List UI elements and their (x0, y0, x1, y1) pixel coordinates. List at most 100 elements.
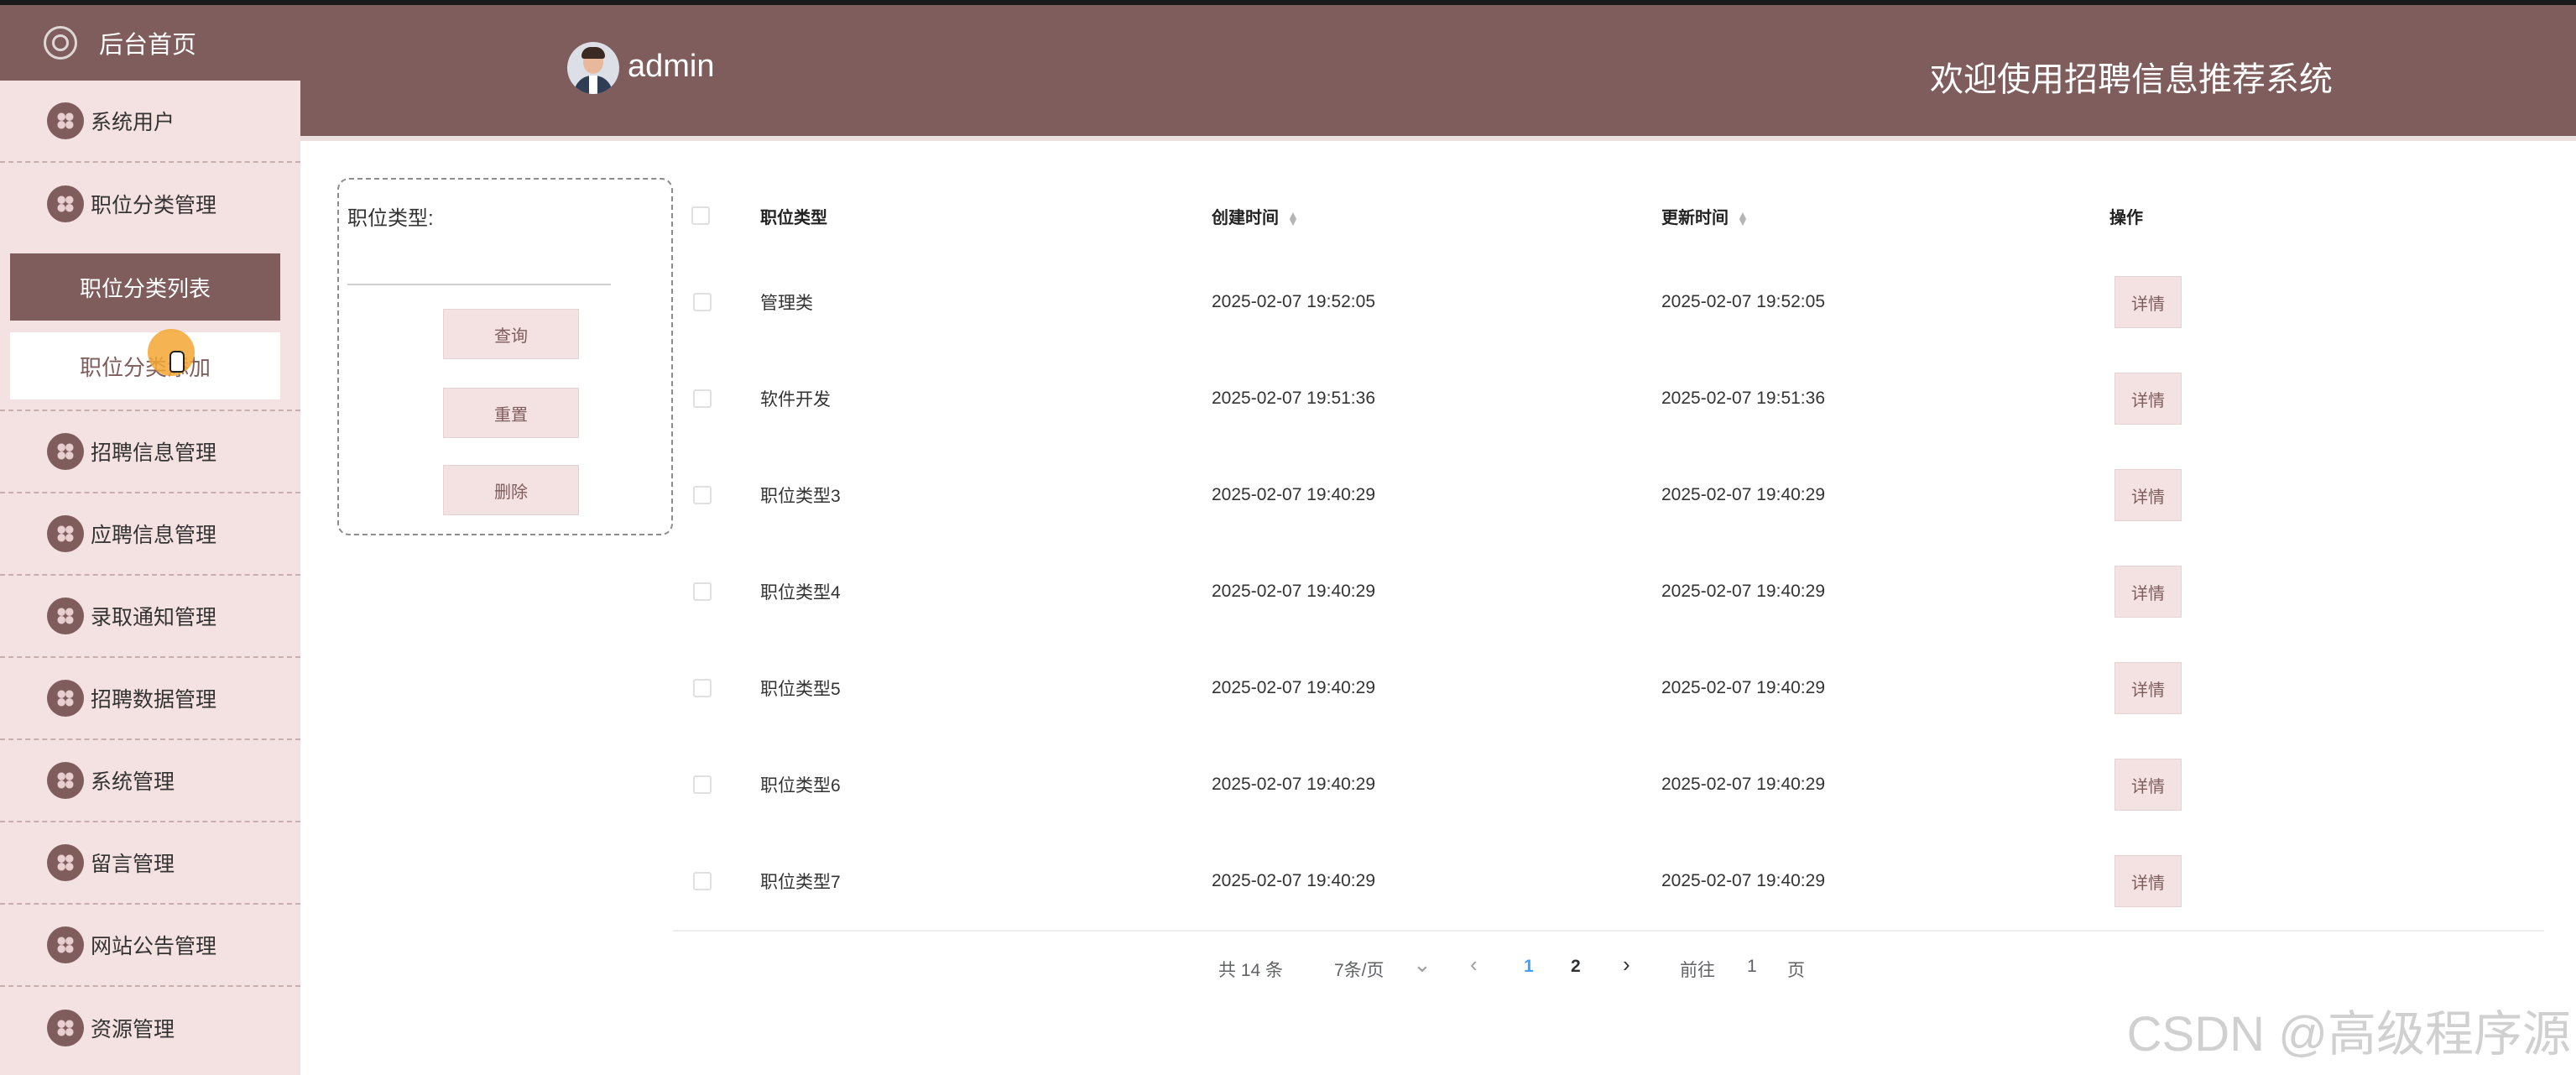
prev-page-icon[interactable]: ‹ (1470, 952, 1478, 978)
sidebar-item-label: 录取通知管理 (91, 606, 217, 629)
select-all-checkbox[interactable] (691, 206, 710, 225)
sidebar-item-system[interactable]: 系统管理 (0, 740, 300, 822)
cell-updated: 2025-02-07 19:40:29 (1661, 485, 1825, 504)
mouse-cursor-icon (148, 329, 195, 376)
table-header-row: 职位类型 创建时间 ▲ ▼ 更新时间 ▲ ▼ 操作 (673, 176, 2544, 255)
avatar-shirt (589, 76, 597, 94)
query-button[interactable]: 查询 (443, 309, 579, 359)
next-page-icon[interactable]: › (1623, 952, 1630, 978)
detail-button[interactable]: 详情 (2115, 469, 2182, 521)
column-header-updated[interactable]: 更新时间 ▲ ▼ (1661, 204, 1749, 228)
cell-job-type: 管理类 (760, 294, 813, 313)
sidebar-item-label: 应聘信息管理 (91, 524, 217, 547)
cell-created: 2025-02-07 19:51:36 (1212, 389, 1375, 408)
row-checkbox[interactable] (693, 293, 712, 311)
cell-updated: 2025-02-07 19:40:29 (1661, 775, 1825, 794)
cell-created: 2025-02-07 19:40:29 (1212, 485, 1375, 504)
home-icon (44, 26, 77, 60)
row-checkbox[interactable] (693, 872, 712, 890)
sidebar-item-applications[interactable]: 应聘信息管理 (0, 493, 300, 576)
sidebar: 后台首页 系统用户 职位分类管理 职位分类列表 职位分类添加 招聘信息管理 应聘… (0, 5, 300, 1075)
sidebar-item-label: 留言管理 (91, 853, 175, 876)
page-number-2[interactable]: 2 (1571, 957, 1581, 977)
detail-button[interactable]: 详情 (2115, 855, 2182, 907)
sidebar-item-label: 网站公告管理 (91, 935, 217, 958)
table-bottom-divider (673, 930, 2544, 931)
chevron-down-icon[interactable]: ⌄ (1413, 952, 1431, 978)
cell-created: 2025-02-07 19:40:29 (1212, 871, 1375, 890)
sidebar-item-recruitment[interactable]: 招聘信息管理 (0, 411, 300, 493)
sidebar-item-offers[interactable]: 录取通知管理 (0, 576, 300, 658)
pagination: 共 14 条 7条/页 ⌄ ‹ 1 2 › 前往 1 页 (0, 952, 2576, 990)
cell-job-type: 软件开发 (760, 390, 831, 410)
goto-suffix: 页 (1787, 961, 1805, 980)
sidebar-item-label: 招聘信息管理 (91, 441, 217, 465)
column-header-actions: 操作 (2109, 208, 2143, 227)
sort-icon[interactable]: ▲ ▼ (1737, 209, 1749, 227)
column-header-label: 更新时间 (1661, 208, 1729, 227)
table-row: 管理类 2025-02-07 19:52:05 2025-02-07 19:52… (673, 253, 2544, 351)
menu-icon (47, 598, 84, 634)
row-checkbox[interactable] (693, 486, 712, 504)
row-checkbox[interactable] (693, 582, 712, 601)
page-size-select[interactable]: 7条/页 (1334, 957, 1384, 982)
detail-button[interactable]: 详情 (2115, 276, 2182, 328)
sidebar-item-label: 职位分类管理 (91, 194, 217, 217)
submenu-job-category-add[interactable]: 职位分类添加 (10, 332, 280, 399)
total-count: 共 14 条 (1218, 961, 1284, 980)
column-header-created[interactable]: 创建时间 ▲ ▼ (1212, 204, 1299, 228)
cell-updated: 2025-02-07 19:40:29 (1661, 871, 1825, 890)
sidebar-item-messages[interactable]: 留言管理 (0, 822, 300, 905)
job-type-input[interactable] (347, 247, 611, 285)
menu-icon (47, 1010, 84, 1046)
welcome-title: 欢迎使用招聘信息推荐系统 (1930, 61, 2333, 98)
goto-label: 前往 (1680, 961, 1715, 980)
cell-created: 2025-02-07 19:40:29 (1212, 775, 1375, 794)
sidebar-item-job-category[interactable]: 职位分类管理 (0, 163, 300, 245)
sidebar-item-resources[interactable]: 资源管理 (0, 987, 300, 1069)
cell-updated: 2025-02-07 19:51:36 (1661, 389, 1825, 408)
watermark: CSDN @高级程序源 (2126, 1007, 2571, 1062)
goto-page-input[interactable]: 1 (1747, 957, 1757, 977)
menu-icon (47, 680, 84, 717)
sidebar-item-label: 系统管理 (91, 770, 175, 794)
menu-icon (47, 762, 84, 799)
delete-button[interactable]: 删除 (443, 465, 579, 515)
menu-icon (47, 185, 84, 222)
sidebar-item-label: 系统用户 (91, 111, 175, 134)
cell-updated: 2025-02-07 19:52:05 (1661, 292, 1825, 311)
sidebar-home[interactable]: 后台首页 (0, 5, 300, 81)
detail-button[interactable]: 详情 (2115, 759, 2182, 811)
row-checkbox[interactable] (693, 679, 712, 697)
reset-button[interactable]: 重置 (443, 388, 579, 438)
submenu-job-category-list[interactable]: 职位分类列表 (10, 253, 280, 321)
sort-icon[interactable]: ▲ ▼ (1287, 209, 1299, 227)
column-header-label: 创建时间 (1212, 208, 1279, 227)
avatar[interactable] (567, 42, 619, 94)
sidebar-item-system-users[interactable]: 系统用户 (0, 81, 300, 163)
detail-button[interactable]: 详情 (2115, 662, 2182, 714)
menu-icon (47, 433, 84, 470)
cell-job-type: 职位类型5 (760, 680, 841, 699)
table-row: 职位类型6 2025-02-07 19:40:29 2025-02-07 19:… (673, 736, 2544, 833)
sidebar-home-label: 后台首页 (99, 32, 197, 59)
cell-updated: 2025-02-07 19:40:29 (1661, 582, 1825, 601)
menu-icon (47, 102, 84, 139)
detail-button[interactable]: 详情 (2115, 566, 2182, 618)
table-row: 职位类型3 2025-02-07 19:40:29 2025-02-07 19:… (673, 446, 2544, 544)
sidebar-item-recruitment-data[interactable]: 招聘数据管理 (0, 658, 300, 740)
menu-icon (47, 515, 84, 552)
table-row: 职位类型5 2025-02-07 19:40:29 2025-02-07 19:… (673, 639, 2544, 737)
row-checkbox[interactable] (693, 775, 712, 794)
username[interactable]: admin (628, 49, 715, 85)
cell-job-type: 职位类型6 (760, 776, 841, 796)
row-checkbox[interactable] (693, 389, 712, 408)
column-header-job-type: 职位类型 (760, 208, 827, 227)
cell-job-type: 职位类型7 (760, 873, 841, 892)
page-number-1[interactable]: 1 (1524, 957, 1534, 977)
cell-created: 2025-02-07 19:40:29 (1212, 582, 1375, 601)
detail-button[interactable]: 详情 (2115, 373, 2182, 425)
search-panel: 职位类型: 查询 重置 删除 (337, 178, 673, 535)
sidebar-item-label: 招聘数据管理 (91, 688, 217, 712)
avatar-hair (581, 47, 605, 59)
